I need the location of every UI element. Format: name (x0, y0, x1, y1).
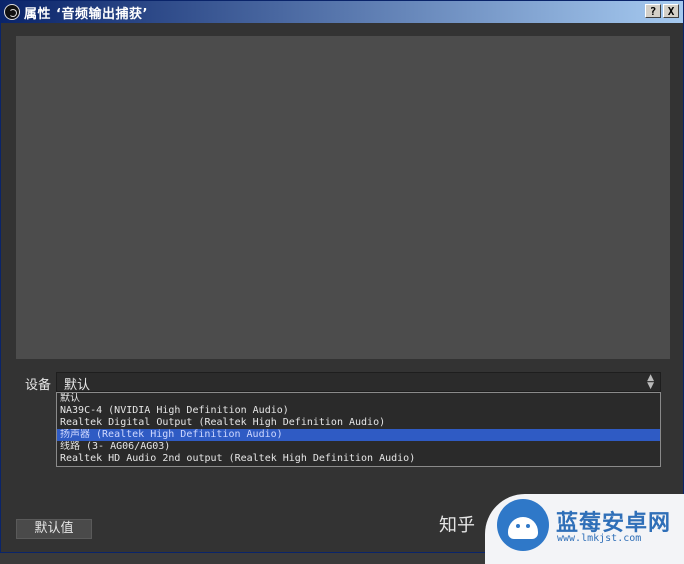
device-label: 设备 (25, 378, 52, 393)
device-select[interactable]: 默认 ▲ ▼ (56, 372, 661, 393)
dropdown-option-line[interactable]: 线路 (3- AG06/AG03) (57, 441, 660, 453)
dropdown-option-realtek-digital[interactable]: Realtek Digital Output (Realtek High Def… (57, 417, 660, 429)
dropdown-option-speaker[interactable]: 扬声器 (Realtek High Definition Audio) (57, 429, 660, 441)
window-title: 属性 ‘音频输出捕获’ (24, 6, 148, 22)
device-select-value: 默认 (64, 378, 91, 393)
title-bar[interactable]: 属性 ‘音频输出捕获’ ? X (1, 1, 683, 23)
combo-arrow-icon: ▲ ▼ (647, 373, 654, 391)
titlebar-buttons: ? X (645, 4, 679, 18)
audio-preview-area (16, 36, 670, 359)
device-dropdown-list: 默认 NA39C-4 (NVIDIA High Definition Audio… (56, 392, 661, 467)
zhihu-watermark: 知乎 (439, 515, 475, 536)
dropdown-option-default[interactable]: 默认 (57, 393, 660, 405)
brand-watermark-url: www.lmkjst.com (557, 533, 642, 544)
defaults-button[interactable]: 默认值 (16, 519, 92, 539)
obs-app-icon (4, 4, 20, 20)
properties-window: 属性 ‘音频输出捕获’ ? X 设备 默认 ▲ ▼ 默认 NA39C-4 (NVI… (0, 0, 684, 564)
close-icon[interactable]: X (663, 4, 679, 18)
help-icon[interactable]: ? (645, 4, 661, 18)
watermark-logo-icon (497, 499, 549, 551)
dropdown-option-nvidia[interactable]: NA39C-4 (NVIDIA High Definition Audio) (57, 405, 660, 417)
dropdown-option-realtek-hd-2nd[interactable]: Realtek HD Audio 2nd output (Realtek Hig… (57, 453, 660, 465)
